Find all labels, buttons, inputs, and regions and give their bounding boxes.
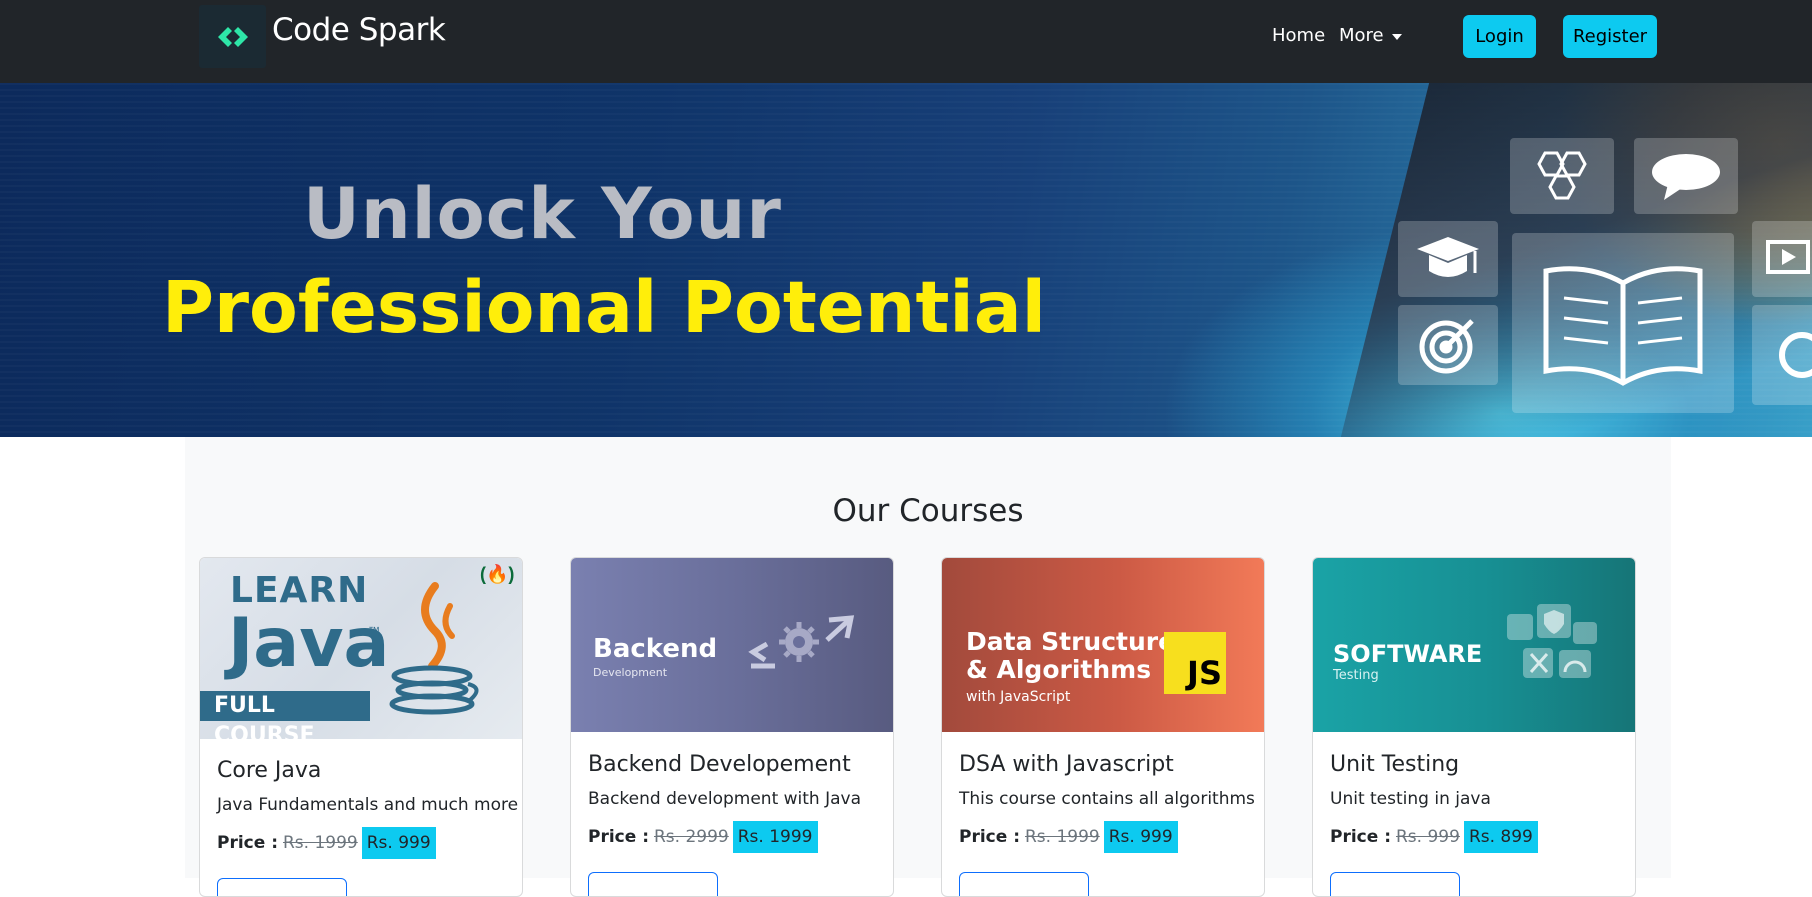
course-card-core-java[interactable]: LEARN Java ™ FULL COURSE (🔥) Core Java J… xyxy=(199,557,523,897)
code-spark-logo-icon[interactable] xyxy=(199,5,266,68)
course-action-button[interactable] xyxy=(959,872,1089,896)
course-price: Price : Rs. 999 Rs. 899 xyxy=(1330,821,1538,853)
course-action-button[interactable] xyxy=(1330,872,1460,896)
course-description: This course contains all algorithms xyxy=(959,789,1255,809)
price-label: Price : xyxy=(959,827,1020,847)
courses-section: Our Courses LEARN Java ™ FULL COURSE (🔥)… xyxy=(185,437,1671,897)
circle-icon xyxy=(1752,305,1812,405)
course-description: Unit testing in java xyxy=(1330,789,1491,809)
old-price: Rs. 1999 xyxy=(1025,827,1100,847)
course-image-dsa: Data Structures & Algorithms with JavaSc… xyxy=(942,558,1264,732)
speech-bubble-icon xyxy=(1634,138,1738,214)
course-card-backend[interactable]: Backend Development Backend Developement… xyxy=(570,557,894,897)
course-price: Price : Rs. 2999 Rs. 1999 xyxy=(588,821,818,853)
course-image-backend: Backend Development xyxy=(571,558,893,732)
video-screen-icon xyxy=(1752,221,1812,297)
old-price: Rs. 2999 xyxy=(654,827,729,847)
course-image-java: LEARN Java ™ FULL COURSE (🔥) xyxy=(200,558,522,748)
login-button[interactable]: Login xyxy=(1463,15,1536,58)
course-description: Backend development with Java xyxy=(588,789,862,809)
discount-price: Rs. 899 xyxy=(1463,821,1538,853)
hero-banner: Unlock Your Professional Potential xyxy=(0,83,1812,437)
price-label: Price : xyxy=(217,833,278,853)
hero-headline-line2: Professional Potential xyxy=(162,266,1046,349)
hero-headline-line1: Unlock Your xyxy=(303,173,782,255)
price-label: Price : xyxy=(588,827,649,847)
graduation-cap-icon xyxy=(1398,221,1498,297)
register-button[interactable]: Register xyxy=(1563,15,1657,58)
course-card-unit-testing[interactable]: SOFTWARE Testing Unit Testing Unit testi… xyxy=(1312,557,1636,897)
java-cup-icon xyxy=(389,582,479,715)
chevron-down-icon xyxy=(1391,33,1402,40)
brand-name[interactable]: Code Spark xyxy=(272,12,446,48)
course-title: DSA with Javascript xyxy=(959,752,1174,777)
nav-more-dropdown[interactable]: More xyxy=(1339,25,1402,46)
course-description: Java Fundamentals and much more xyxy=(217,795,519,815)
open-book-icon xyxy=(1512,233,1734,413)
course-price: Price : Rs. 1999 Rs. 999 xyxy=(959,821,1178,853)
course-image-testing: SOFTWARE Testing xyxy=(1313,558,1635,732)
top-navbar: Code Spark Home More Login Register xyxy=(0,0,1812,83)
nav-more-label: More xyxy=(1339,25,1384,46)
course-price: Price : Rs. 1999 Rs. 999 xyxy=(217,827,436,859)
course-card-dsa[interactable]: Data Structures & Algorithms with JavaSc… xyxy=(941,557,1265,897)
nav-home-link[interactable]: Home xyxy=(1272,25,1325,46)
course-action-button[interactable] xyxy=(217,878,347,896)
old-price: Rs. 999 xyxy=(1396,827,1460,847)
gear-code-icon xyxy=(748,615,855,669)
course-title: Core Java xyxy=(217,758,322,783)
discount-price: Rs. 1999 xyxy=(732,821,818,853)
molecule-icon xyxy=(1510,138,1614,214)
course-title: Backend Developement xyxy=(588,752,851,777)
javascript-logo-icon: JS xyxy=(1164,632,1226,694)
old-price: Rs. 1999 xyxy=(283,833,358,853)
course-action-button[interactable] xyxy=(588,872,718,896)
section-title: Our Courses xyxy=(832,493,1024,529)
testing-tools-icon xyxy=(1507,604,1597,678)
target-icon xyxy=(1398,305,1498,385)
discount-price: Rs. 999 xyxy=(1103,821,1178,853)
discount-price: Rs. 999 xyxy=(361,827,436,859)
course-title: Unit Testing xyxy=(1330,752,1460,777)
price-label: Price : xyxy=(1330,827,1391,847)
